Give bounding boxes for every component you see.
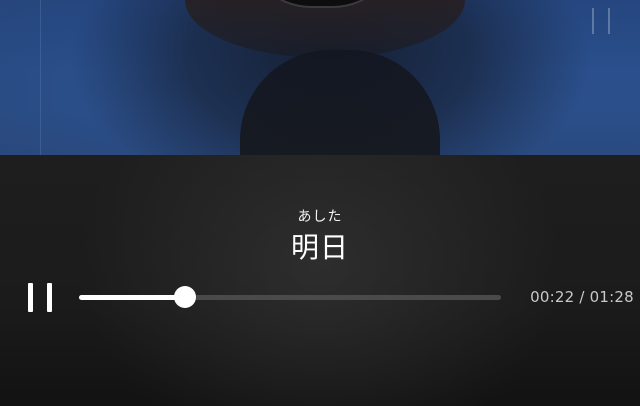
current-time: 00:22 xyxy=(530,288,575,306)
progress-slider[interactable] xyxy=(79,286,501,308)
time-readout: 00:22 / 01:28 xyxy=(530,288,634,306)
figure-silhouette xyxy=(240,50,440,155)
progress-thumb[interactable] xyxy=(174,286,196,308)
background-shade xyxy=(0,0,110,155)
video-player: あした 明日 00:22 / 01:28 xyxy=(0,0,640,406)
pause-icon xyxy=(28,283,33,312)
progress-fill xyxy=(79,295,185,300)
time-separator: / xyxy=(579,288,585,306)
lyric-ruby-text: あした xyxy=(297,208,343,224)
pause-button[interactable] xyxy=(22,280,58,314)
lyric-line: 明日 xyxy=(290,232,349,263)
pause-icon-bar xyxy=(47,283,52,312)
total-time: 01:28 xyxy=(589,288,634,306)
background-mark xyxy=(592,8,610,34)
video-frame[interactable] xyxy=(0,0,640,155)
control-panel xyxy=(0,155,640,406)
window-frame-line xyxy=(40,0,41,155)
